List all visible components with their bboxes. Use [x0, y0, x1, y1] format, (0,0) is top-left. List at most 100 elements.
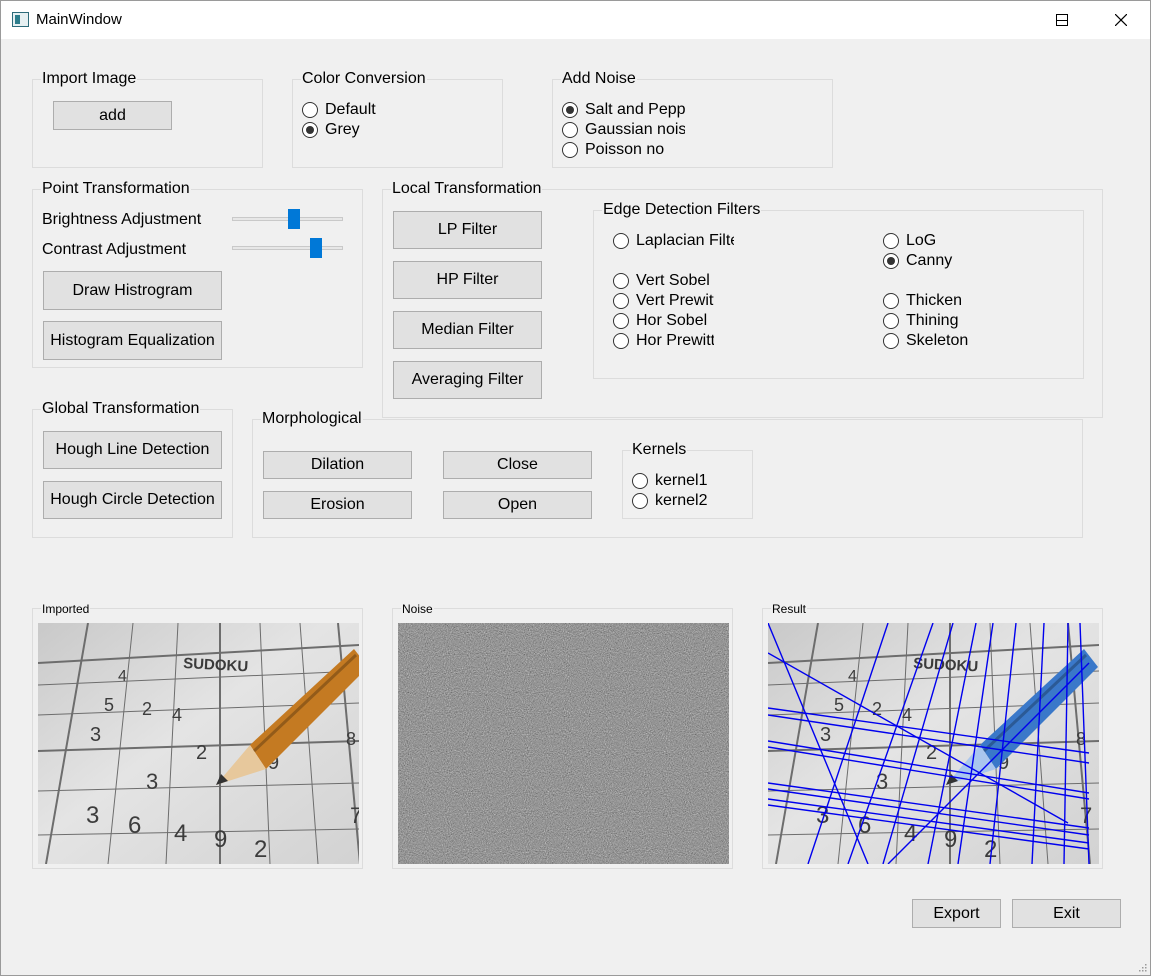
- radio-canny-label: Canny: [906, 252, 953, 269]
- contrast-slider-handle[interactable]: [310, 238, 323, 258]
- kernels-group: Kernels kernel1 kernel2: [622, 440, 753, 519]
- local-transformation-group: Local Transformation LP Filter HP Filter…: [382, 179, 1103, 418]
- export-button[interactable]: Export: [912, 899, 1001, 928]
- radio-thicken-label: Thicken: [906, 292, 963, 309]
- radio-vert-prewitt-indicator: [613, 293, 629, 309]
- radio-hor-sobel-indicator: [613, 313, 629, 329]
- add-noise-title: Add Noise: [561, 69, 637, 89]
- radio-salt-and-pepper[interactable]: Salt and Pepper: [562, 100, 685, 120]
- brightness-slider[interactable]: [232, 209, 343, 229]
- exit-button[interactable]: Exit: [1012, 899, 1121, 928]
- erosion-button[interactable]: Erosion: [263, 491, 412, 519]
- radio-hor-prewitt[interactable]: Hor Prewitt: [613, 331, 714, 351]
- draw-histogram-button[interactable]: Draw Histrogram: [43, 271, 222, 310]
- sudoku-digit: 4: [118, 668, 127, 685]
- radio-default[interactable]: Default: [302, 100, 492, 120]
- dilation-button[interactable]: Dilation: [263, 451, 412, 479]
- radio-kernel2-indicator: [632, 493, 648, 509]
- brightness-slider-handle[interactable]: [288, 209, 301, 229]
- main-window: MainWindow Import Image add Color Conver…: [0, 0, 1151, 976]
- morphological-title: Morphological: [261, 409, 363, 429]
- radio-salt-and-pepper-indicator: [562, 102, 578, 118]
- import-image-title: Import Image: [41, 69, 138, 89]
- add-button[interactable]: add: [53, 101, 172, 130]
- result-panel: Result SUDOKU 4 5 2 4 3 2 9 8 3 3 6 4 9 2 7: [762, 601, 1103, 869]
- radio-log-label: LoG: [906, 232, 937, 249]
- radio-grey[interactable]: Grey: [302, 120, 492, 140]
- radio-hor-sobel[interactable]: Hor Sobel: [613, 311, 714, 331]
- median-filter-button[interactable]: Median Filter: [393, 311, 542, 349]
- global-transformation-group: Global Transformation Hough Line Detecti…: [32, 399, 233, 538]
- contrast-slider-groove: [232, 246, 343, 250]
- radio-log[interactable]: LoG: [883, 231, 1003, 251]
- radio-hor-sobel-label: Hor Sobel: [636, 312, 708, 329]
- radio-vert-sobel-indicator: [613, 273, 629, 289]
- radio-skeleton[interactable]: Skeleton: [883, 331, 1003, 351]
- radio-gaussian-noise-indicator: [562, 122, 578, 138]
- maximize-icon: [1056, 14, 1068, 26]
- radio-kernel1-indicator: [632, 473, 648, 489]
- radio-skeleton-indicator: [883, 333, 899, 349]
- radio-laplacian-filter[interactable]: Laplacian Filter: [613, 231, 734, 251]
- sudoku-digit: 5: [104, 695, 114, 715]
- radio-poisson-noise-label: Poisson noise: [585, 141, 665, 158]
- sudoku-digit: 3: [86, 802, 99, 829]
- brightness-label: Brightness Adjustment: [42, 211, 202, 228]
- point-transformation-title: Point Transformation: [41, 179, 191, 199]
- contrast-label: Contrast Adjustment: [42, 241, 187, 258]
- radio-thicken[interactable]: Thicken: [883, 291, 1003, 311]
- noise-panel-title: Noise: [401, 601, 434, 617]
- imported-panel-title: Imported: [41, 601, 91, 617]
- sudoku-digit: 7: [1080, 803, 1092, 828]
- hp-filter-button[interactable]: HP Filter: [393, 261, 542, 299]
- maximize-button[interactable]: [1033, 1, 1091, 39]
- global-transformation-title: Global Transformation: [41, 399, 201, 419]
- radio-vert-sobel[interactable]: Vert Sobel: [613, 271, 734, 291]
- window-title: MainWindow: [36, 11, 122, 28]
- radio-thining[interactable]: Thining: [883, 311, 1003, 331]
- sudoku-digit: 3: [820, 724, 831, 746]
- radio-vert-sobel-label: Vert Sobel: [636, 272, 710, 289]
- kernels-title: Kernels: [631, 440, 688, 460]
- lp-filter-button[interactable]: LP Filter: [393, 211, 542, 249]
- radio-vert-prewitt[interactable]: Vert Prewitt: [613, 291, 714, 311]
- color-conversion-title: Color Conversion: [301, 69, 427, 89]
- point-transformation-group: Point Transformation Brightness Adjustme…: [32, 179, 363, 368]
- radio-default-indicator: [302, 102, 318, 118]
- radio-thining-label: Thining: [906, 312, 959, 329]
- sudoku-heading: SUDOKU: [183, 655, 249, 675]
- radio-thining-indicator: [883, 313, 899, 329]
- radio-kernel1[interactable]: kernel1: [632, 471, 742, 491]
- radio-hor-prewitt-label: Hor Prewitt: [636, 332, 714, 349]
- radio-kernel2[interactable]: kernel2: [632, 491, 742, 511]
- open-button[interactable]: Open: [443, 491, 592, 519]
- title-bar: MainWindow: [1, 1, 1150, 39]
- histogram-equalization-button[interactable]: Histogram Equalization: [43, 321, 222, 360]
- hough-line-detection-button[interactable]: Hough Line Detection: [43, 431, 222, 469]
- radio-grey-indicator: [302, 122, 318, 138]
- edge-detection-title: Edge Detection Filters: [602, 200, 762, 220]
- sudoku-digit: 4: [174, 820, 187, 847]
- sudoku-digit: 9: [214, 826, 227, 853]
- hough-circle-detection-button[interactable]: Hough Circle Detection: [43, 481, 222, 519]
- app-icon: [12, 12, 29, 27]
- local-transformation-title: Local Transformation: [391, 179, 543, 199]
- radio-gaussian-noise[interactable]: Gaussian noise: [562, 120, 685, 140]
- radio-canny[interactable]: Canny: [883, 251, 1003, 271]
- radio-gaussian-noise-label: Gaussian noise: [585, 121, 685, 138]
- radio-vert-prewitt-label: Vert Prewitt: [636, 292, 714, 309]
- radio-poisson-noise[interactable]: Poisson noise: [562, 140, 665, 160]
- radio-laplacian-indicator: [613, 233, 629, 249]
- radio-kernel1-label: kernel1: [655, 472, 708, 489]
- averaging-filter-button[interactable]: Averaging Filter: [393, 361, 542, 399]
- radio-grey-label: Grey: [325, 121, 360, 138]
- radio-hor-prewitt-indicator: [613, 333, 629, 349]
- resize-grip-icon[interactable]: [1137, 962, 1147, 972]
- close-button[interactable]: [1092, 1, 1150, 39]
- close-morph-button[interactable]: Close: [443, 451, 592, 479]
- sudoku-digit: 5: [834, 695, 844, 715]
- contrast-slider[interactable]: [232, 238, 343, 258]
- imported-image: SUDOKU 4 5 2 4 3 2 9 8 3 3 6 4 9 2 7: [38, 623, 359, 864]
- radio-thicken-indicator: [883, 293, 899, 309]
- imported-panel: Imported SUDOKU 4 5 2 4 3 2 9 8 3 3 6 4 9 2 7: [32, 601, 363, 869]
